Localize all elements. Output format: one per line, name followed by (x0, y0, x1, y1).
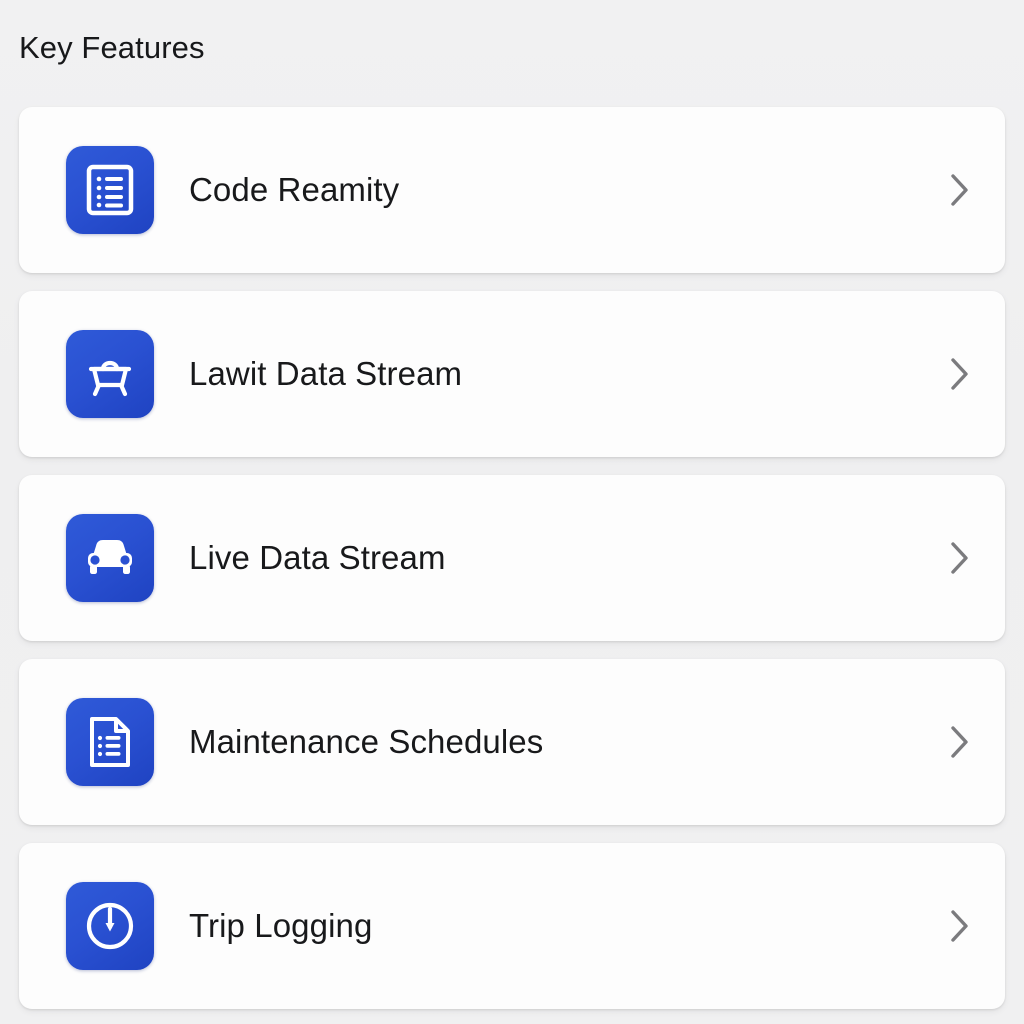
feature-label: Lawit Data Stream (189, 354, 943, 394)
feature-label-text: Lawit Data Stream (189, 355, 463, 392)
chevron-right-icon[interactable] (943, 541, 977, 575)
car-abstract-icon (66, 330, 154, 418)
chevron-right-icon[interactable] (943, 909, 977, 943)
feature-label: Code Reamity (189, 170, 943, 210)
feature-card-live-data-stream[interactable]: Live Data Stream (19, 475, 1005, 641)
gauge-icon (66, 882, 154, 970)
feature-label: Trip Logging (189, 906, 943, 946)
chevron-right-icon[interactable] (943, 357, 977, 391)
feature-card-maintenance-schedules[interactable]: Maintenance Schedules (19, 659, 1005, 825)
feature-card-code-reamity[interactable]: Code Reamity (19, 107, 1005, 273)
chevron-right-icon[interactable] (943, 173, 977, 207)
document-list-icon (66, 146, 154, 234)
feature-label: Maintenance Schedules (189, 722, 943, 762)
feature-card-lawit-data-stream[interactable]: Lawit Data Stream (19, 291, 1005, 457)
feature-label-text: Live Data Stream (189, 539, 446, 576)
chevron-right-icon[interactable] (943, 725, 977, 759)
feature-label-text: Maintenance Schedules (189, 723, 544, 760)
feature-label-text: Trip Logging (189, 907, 373, 944)
feature-label: Live Data Stream (189, 538, 943, 578)
feature-card-trip-logging[interactable]: Trip Logging (19, 843, 1005, 1009)
feature-list: Code Reamity Lawit Data Stream Live Data… (19, 107, 1005, 1009)
page-title: Key Features (19, 30, 205, 65)
document-folded-list-icon (66, 698, 154, 786)
key-features-screen: Key Features Code Reamity Lawit Data Str… (0, 0, 1024, 1024)
feature-label-text: Code Reamity (189, 171, 400, 208)
car-icon (66, 514, 154, 602)
